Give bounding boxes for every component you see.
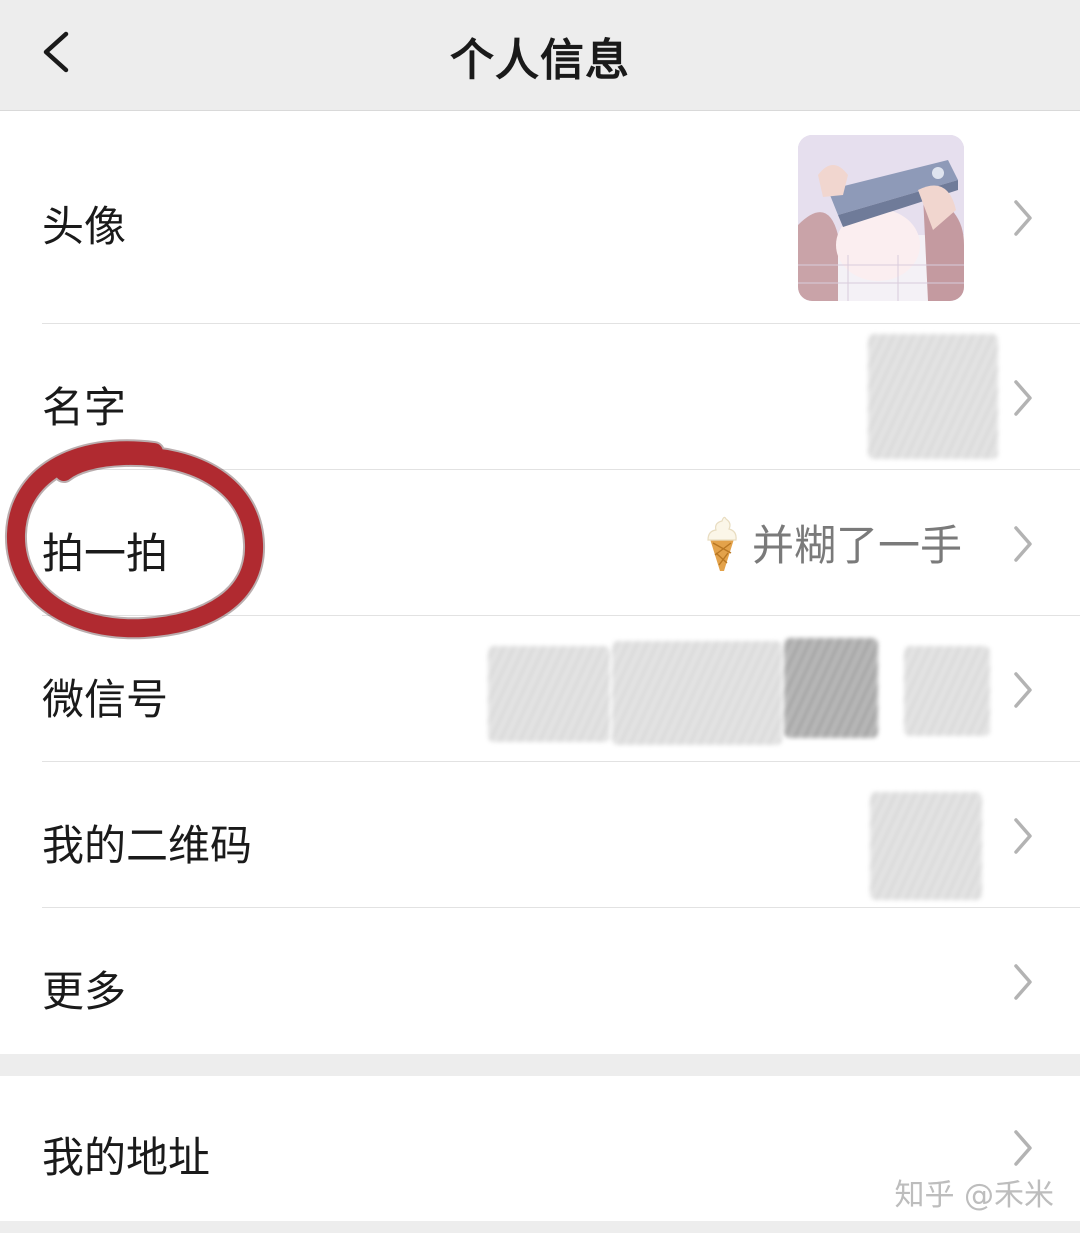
row-more[interactable]: 更多 bbox=[0, 908, 1080, 1054]
row-name[interactable]: 名字 bbox=[0, 324, 1080, 470]
redacted-qr-code bbox=[870, 792, 982, 900]
soft-serve-ice-cream-icon bbox=[702, 513, 742, 573]
row-qr-code[interactable]: 我的二维码 bbox=[0, 762, 1080, 908]
row-label-avatar: 头像 bbox=[42, 202, 127, 251]
chevron-right-icon bbox=[1012, 962, 1034, 1002]
row-label-more: 更多 bbox=[42, 967, 127, 1016]
avatar[interactable] bbox=[798, 135, 964, 301]
row-label-name: 名字 bbox=[42, 383, 127, 432]
row-wechat-id[interactable]: 微信号 bbox=[0, 616, 1080, 762]
chevron-right-icon bbox=[1012, 198, 1034, 238]
chevron-right-icon bbox=[1012, 1128, 1034, 1168]
row-label-qr-code: 我的二维码 bbox=[42, 821, 253, 870]
profile-info-group: 头像 名字 拍一拍 并糊了一手 微信号 我的二维码 更多 bbox=[0, 111, 1080, 1054]
row-label-pat: 拍一拍 bbox=[42, 529, 169, 578]
chevron-right-icon bbox=[1012, 816, 1034, 856]
watermark: 知乎 @禾米 bbox=[894, 1178, 1054, 1213]
redacted-wechat-id bbox=[488, 646, 610, 742]
redacted-wechat-id bbox=[904, 646, 990, 736]
row-label-wechat-id: 微信号 bbox=[42, 675, 169, 724]
redacted-name bbox=[868, 334, 998, 459]
pat-text: 并糊了一手 bbox=[751, 521, 962, 570]
nav-bar: 个人信息 bbox=[0, 0, 1080, 111]
redacted-wechat-id bbox=[612, 641, 782, 745]
chevron-right-icon bbox=[1012, 378, 1034, 418]
bottom-strip bbox=[0, 1221, 1080, 1233]
page-title: 个人信息 bbox=[450, 35, 630, 86]
row-avatar[interactable]: 头像 bbox=[0, 111, 1080, 324]
row-pat[interactable]: 拍一拍 并糊了一手 bbox=[0, 470, 1080, 616]
row-label-address: 我的地址 bbox=[42, 1133, 211, 1182]
chevron-right-icon bbox=[1012, 524, 1034, 564]
chevron-right-icon bbox=[1012, 670, 1034, 710]
redacted-wechat-id bbox=[784, 638, 878, 738]
pat-value: 并糊了一手 bbox=[702, 512, 962, 573]
